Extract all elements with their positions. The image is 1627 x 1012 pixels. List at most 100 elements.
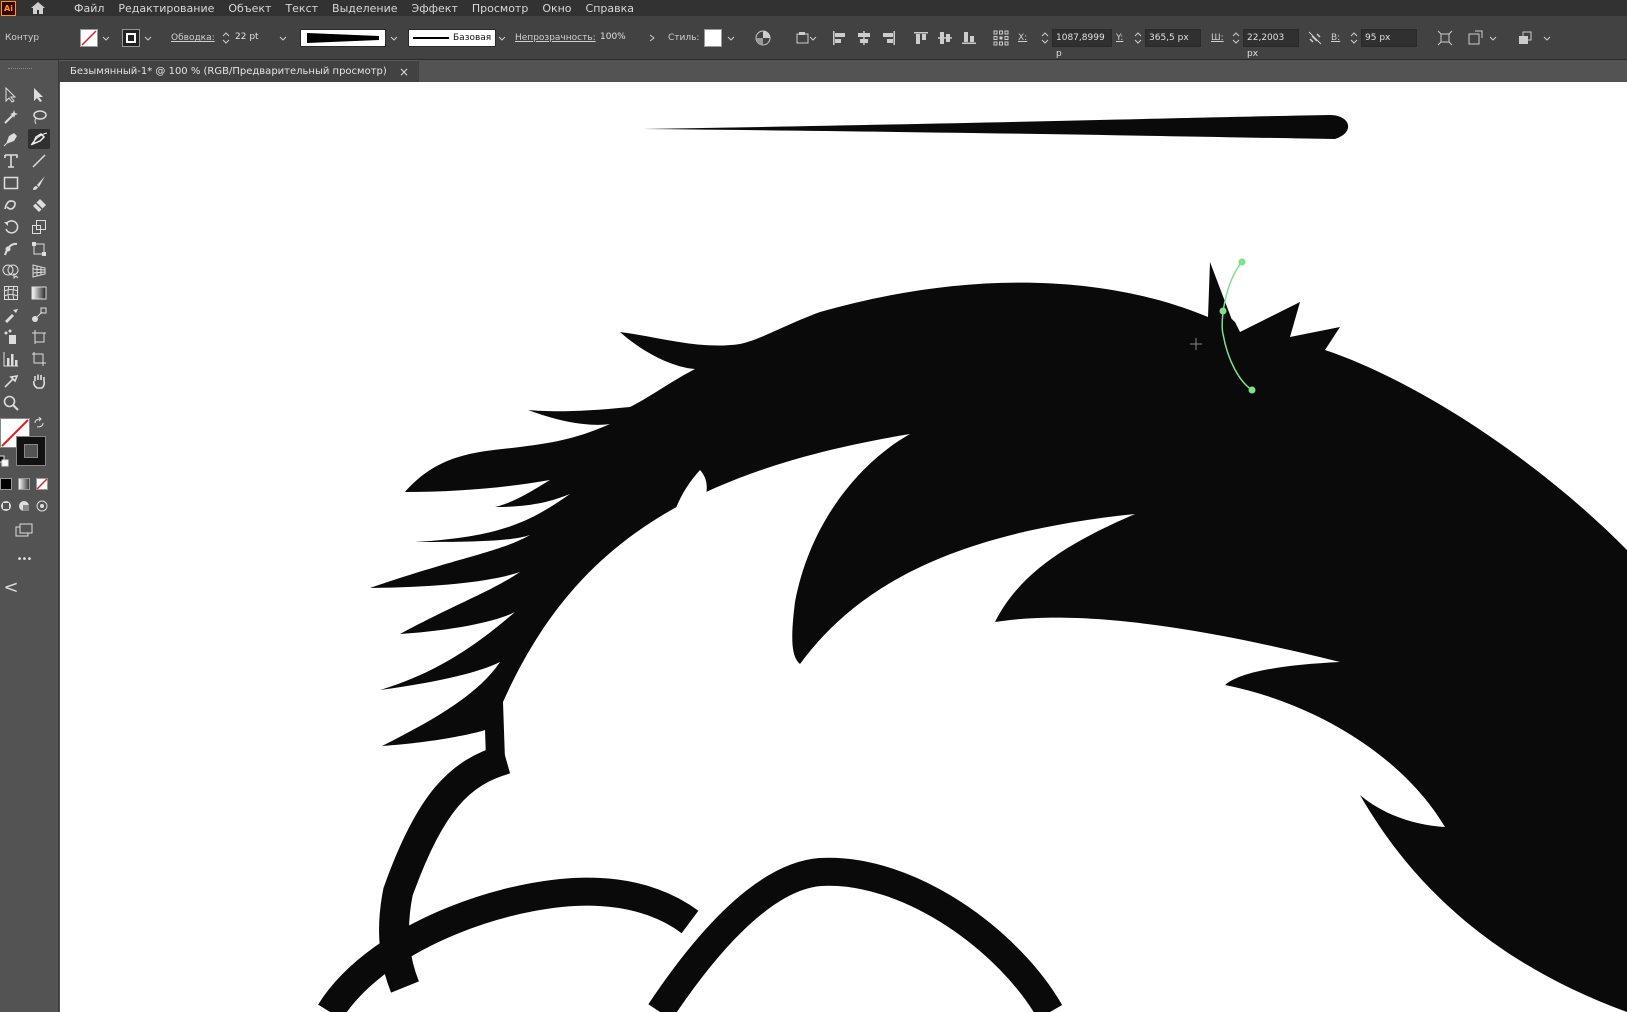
menu-effect[interactable]: Эффект [412, 2, 458, 15]
eraser-tool-icon[interactable] [28, 195, 50, 215]
rotate-tool-icon[interactable] [0, 217, 22, 237]
brush-chevron-icon[interactable] [497, 29, 507, 47]
free-transform-tool-icon[interactable] [28, 239, 50, 259]
transform-chevron-icon[interactable] [1488, 29, 1498, 47]
brush-definition[interactable]: Базовая [408, 29, 496, 47]
shaper-tool-icon[interactable] [0, 195, 22, 215]
stroke-weight-chevron-icon[interactable] [278, 29, 288, 47]
stroke-dropdown-chevron-icon[interactable] [143, 29, 153, 47]
reference-point-icon[interactable] [992, 29, 1010, 47]
menu-window[interactable]: Окно [542, 2, 571, 15]
symbol-sprayer-tool-icon[interactable] [0, 327, 22, 347]
align-left-icon[interactable] [830, 29, 848, 47]
menu-object[interactable]: Объект [228, 2, 271, 15]
document-tab[interactable]: Безымянный-1* @ 100 % (RGB/Предварительн… [59, 60, 419, 82]
recolor-artwork-icon[interactable] [754, 29, 772, 47]
style-swatch[interactable] [704, 29, 722, 47]
transform-options-icon[interactable] [1466, 29, 1484, 47]
variable-width-profile[interactable] [300, 29, 386, 47]
style-chevron-icon[interactable] [726, 29, 736, 47]
anchor-point[interactable] [1219, 307, 1227, 315]
align-vertical-center-icon[interactable] [936, 29, 954, 47]
warp-tool-icon[interactable] [0, 239, 22, 259]
swap-fill-stroke-icon[interactable] [32, 416, 46, 430]
h-input[interactable]: 95 px [1361, 29, 1417, 47]
menu-type[interactable]: Текст [285, 2, 318, 15]
document-tab-bar: Безымянный-1* @ 100 % (RGB/Предварительн… [59, 60, 1627, 82]
anchor-point[interactable] [1238, 258, 1246, 266]
selection-tool-icon[interactable] [0, 85, 22, 105]
brush-definition-label: Базовая [453, 33, 492, 43]
pen-tool-icon[interactable] [0, 129, 22, 149]
profile-chevron-icon[interactable] [389, 29, 399, 47]
shape-builder-tool-icon[interactable] [0, 261, 22, 281]
tapered-stroke-shape[interactable] [643, 115, 1349, 139]
y-label: Y: [1116, 33, 1124, 43]
stroke-label[interactable]: Обводка: [171, 29, 215, 47]
y-input[interactable]: 365,5 px [1145, 29, 1201, 47]
opacity-arrow-icon[interactable] [647, 29, 657, 47]
align-top-icon[interactable] [912, 29, 930, 47]
align-horizontal-center-icon[interactable] [855, 29, 873, 47]
lasso-tool-icon[interactable] [28, 107, 50, 127]
stroke-weight-spinner-icon[interactable] [222, 29, 230, 47]
stroke-weight-input[interactable]: 22 pt [232, 29, 280, 47]
artwork-svg[interactable] [60, 82, 1627, 1012]
zoom-tool-icon[interactable] [0, 393, 22, 413]
scale-tool-icon[interactable] [28, 217, 50, 237]
magic-wand-tool-icon[interactable] [0, 107, 22, 127]
h-spinner-icon[interactable] [1350, 29, 1358, 47]
right-eye-outline[interactable] [648, 857, 1063, 1012]
none-mode-icon[interactable] [31, 474, 53, 494]
blend-tool-icon[interactable] [28, 305, 50, 325]
menu-help[interactable]: Справка [586, 2, 634, 15]
arrange-options-icon[interactable] [1516, 29, 1534, 47]
anchor-point[interactable] [1248, 386, 1256, 394]
menu-view[interactable]: Просмотр [472, 2, 528, 15]
line-tool-icon[interactable] [28, 151, 50, 171]
rectangle-tool-icon[interactable] [0, 173, 22, 193]
panel-menu-chevron-icon[interactable] [1542, 29, 1552, 47]
eyedropper-alt-tool-icon[interactable] [0, 371, 22, 391]
w-spinner-icon[interactable] [1232, 29, 1240, 47]
x-spinner-icon[interactable] [1041, 29, 1049, 47]
align-bottom-icon[interactable] [960, 29, 978, 47]
graph-tool-icon[interactable] [0, 349, 22, 369]
slice-tool-icon[interactable] [28, 349, 50, 369]
hand-tool-icon[interactable] [28, 371, 50, 391]
screen-mode-icon[interactable] [13, 520, 35, 540]
toolbar-grip[interactable] [8, 68, 32, 70]
type-tool-icon[interactable] [0, 151, 22, 171]
fill-none-swatch[interactable] [80, 29, 98, 47]
gradient-tool-icon[interactable] [28, 283, 50, 303]
curvature-tool-icon[interactable] [28, 129, 50, 149]
opacity-input[interactable]: 100% [597, 29, 645, 47]
perspective-grid-tool-icon[interactable] [28, 261, 50, 281]
stroke-swatch-large[interactable] [16, 436, 46, 466]
home-icon[interactable] [30, 1, 46, 15]
menu-file[interactable]: Файл [74, 2, 104, 15]
draw-inside-icon[interactable] [31, 496, 53, 516]
direct-selection-tool-icon[interactable] [28, 85, 50, 105]
constrain-proportions-link-icon[interactable] [1306, 29, 1324, 47]
fill-dropdown-chevron-icon[interactable] [101, 29, 111, 47]
stroke-swatch[interactable] [122, 29, 140, 47]
align-right-icon[interactable] [880, 29, 898, 47]
artboard-tool-icon[interactable] [28, 327, 50, 347]
x-input[interactable]: 1087,8999 p [1052, 29, 1112, 59]
menu-edit[interactable]: Редактирование [118, 2, 214, 15]
y-spinner-icon[interactable] [1134, 29, 1142, 47]
paintbrush-tool-icon[interactable] [28, 173, 50, 193]
w-input[interactable]: 22,2003 px [1243, 29, 1299, 59]
opacity-label[interactable]: Непрозрачность: [515, 29, 596, 47]
default-fill-stroke-icon[interactable] [0, 454, 10, 468]
collapse-panel-chevron-icon[interactable]: < [0, 577, 22, 598]
close-tab-icon[interactable]: × [399, 65, 409, 79]
menu-select[interactable]: Выделение [332, 2, 398, 15]
eyedropper-tool-icon[interactable] [0, 305, 22, 325]
artboard-canvas[interactable] [60, 82, 1627, 1012]
align-to-chevron-icon[interactable] [808, 29, 818, 47]
edit-toolbar-more-icon[interactable]: ••• [13, 549, 35, 569]
isolate-selection-icon[interactable] [1436, 29, 1454, 47]
mesh-tool-icon[interactable] [0, 283, 22, 303]
